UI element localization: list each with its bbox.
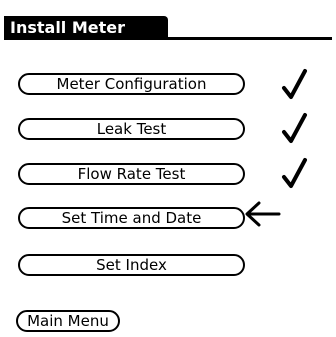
meter-configuration-button[interactable]: Meter Configuration [18, 73, 245, 95]
leak-test-button[interactable]: Leak Test [18, 118, 245, 140]
page-title: Install Meter [4, 16, 168, 39]
flow-rate-test-button[interactable]: Flow Rate Test [18, 163, 245, 185]
checkmark-icon [282, 69, 307, 99]
main-menu-button[interactable]: Main Menu [16, 310, 120, 332]
set-time-and-date-button[interactable]: Set Time and Date [18, 207, 245, 229]
left-arrow-icon [245, 201, 281, 227]
title-divider [4, 37, 332, 40]
set-index-button[interactable]: Set Index [18, 254, 245, 276]
checkmark-icon [282, 113, 307, 143]
checkmark-icon [282, 158, 307, 188]
